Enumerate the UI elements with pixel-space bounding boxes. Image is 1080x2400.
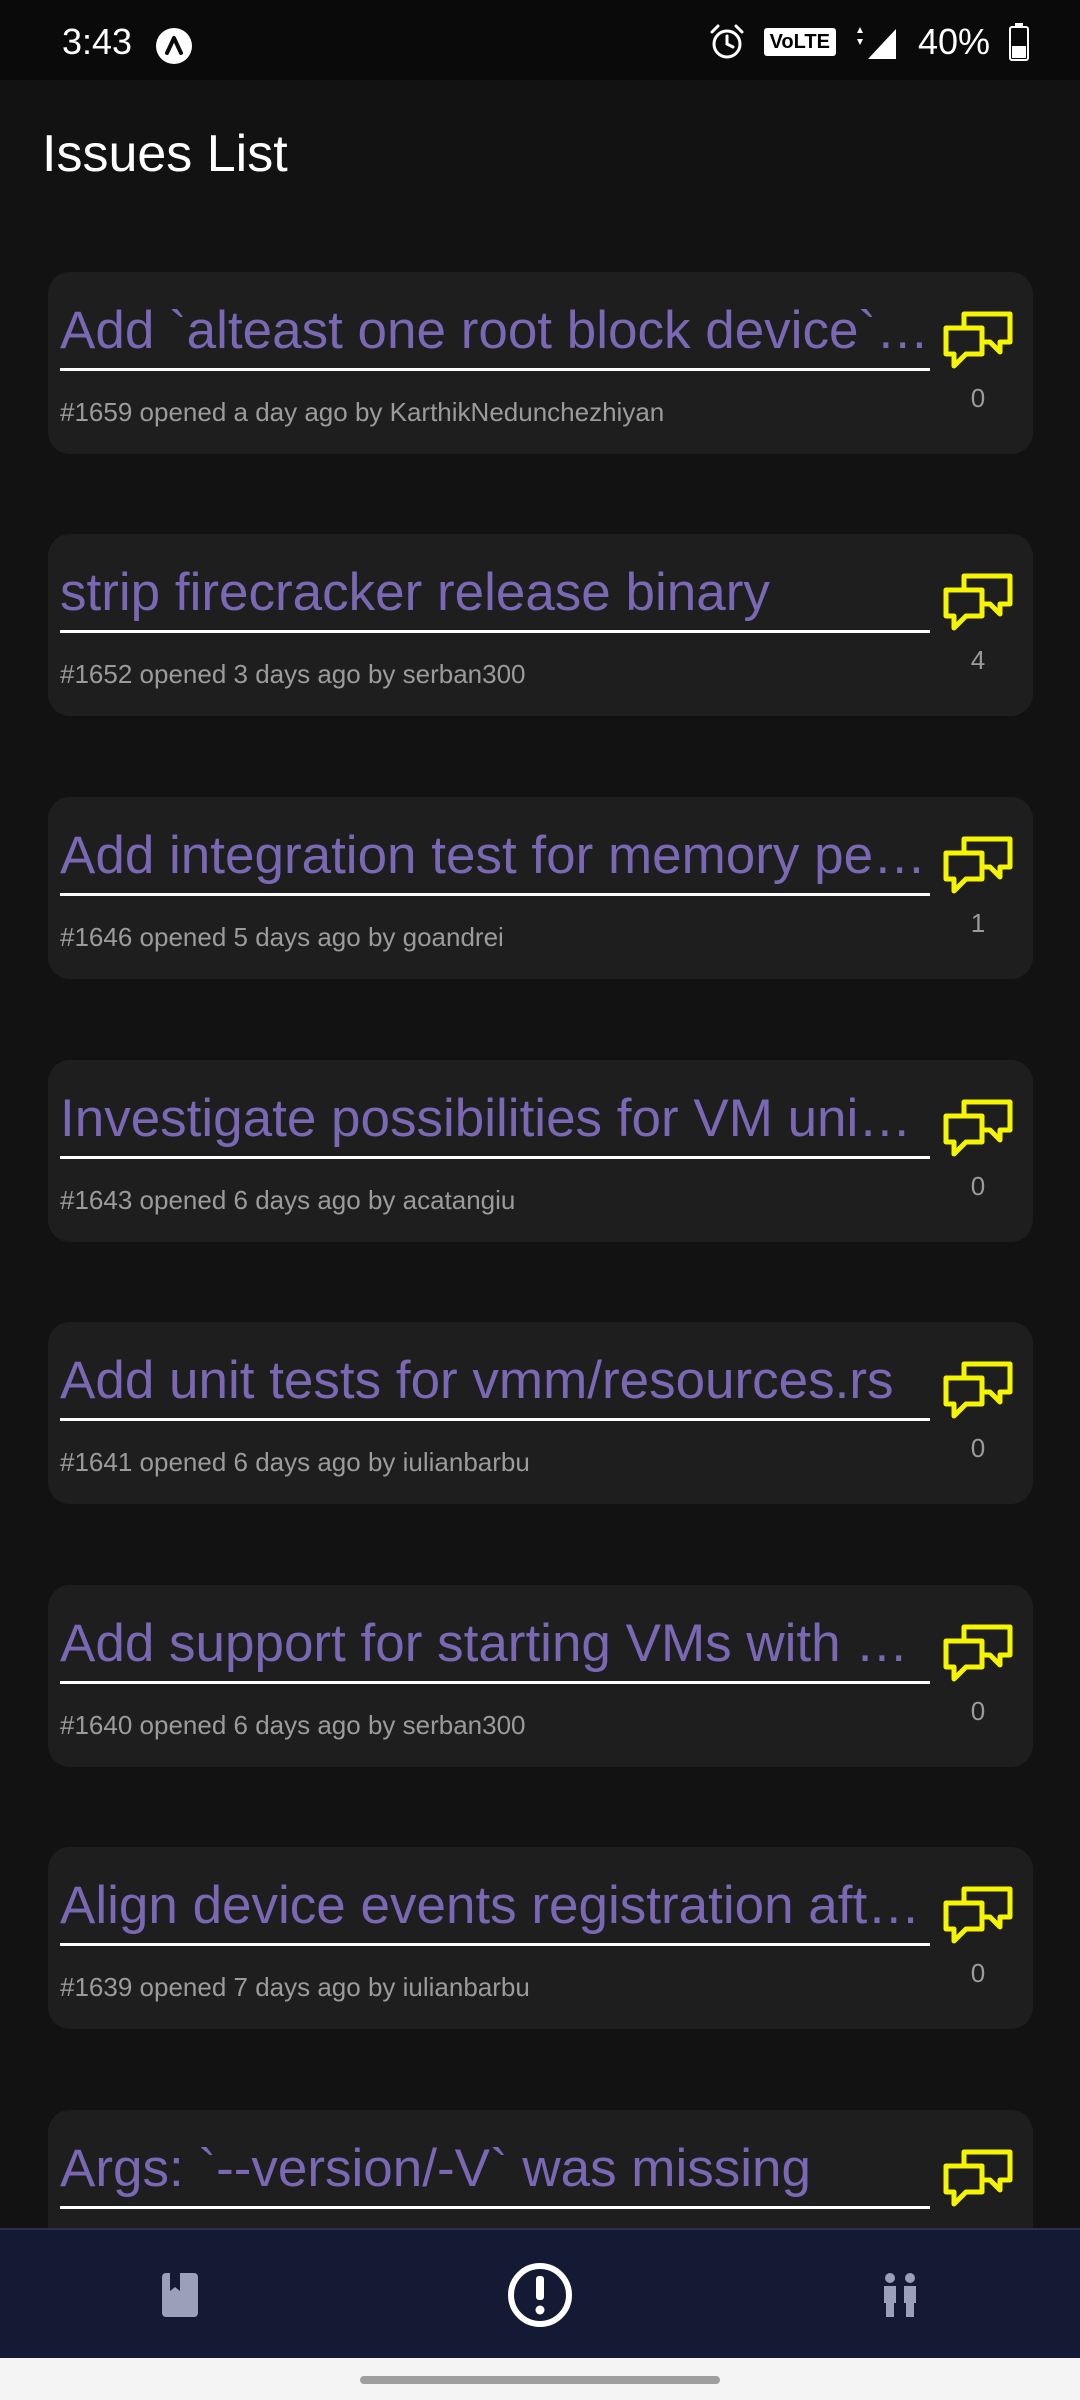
nav-item-docs[interactable] (0, 2230, 360, 2360)
issue-title[interactable]: strip firecracker release binary (60, 562, 930, 633)
issue-title[interactable]: Investigate possibilities for VM uniquen… (60, 1088, 930, 1159)
issues-alert-icon (508, 2263, 572, 2327)
issue-meta: #1640 opened 6 days ago by serban300 (60, 1710, 526, 1740)
app-bar: Issues List (0, 80, 1080, 230)
comments-icon[interactable] (942, 1360, 1014, 1420)
home-gesture-handle[interactable] (360, 2376, 720, 2384)
issue-meta: #1643 opened 6 days ago by acatangiu (60, 1185, 516, 1215)
issue-title[interactable]: Add integration test for memory performa… (60, 825, 930, 896)
issue-card[interactable]: Add integration test for memory performa… (48, 797, 1033, 979)
comments-icon[interactable] (942, 835, 1014, 895)
alarm-icon (710, 24, 744, 59)
comment-count: 0 (970, 1433, 986, 1463)
issue-card[interactable]: Investigate possibilities for VM uniquen… (48, 1060, 1033, 1242)
signal-icon (856, 27, 896, 59)
comment-count: 0 (970, 1696, 986, 1726)
comment-count: 1 (970, 908, 986, 938)
status-bar: 3:43 VoLTE 40% (0, 0, 1080, 80)
issue-card[interactable]: Args: `--version/-V` was missing (48, 2110, 1033, 2228)
nav-item-contributors[interactable] (720, 2230, 1080, 2360)
book-icon (162, 2273, 198, 2317)
issue-card[interactable]: Add `alteast one root block device` vali… (48, 272, 1033, 454)
issue-meta: #1646 opened 5 days ago by goandrei (60, 922, 504, 952)
issue-card[interactable]: strip firecracker release binary #1652 o… (48, 534, 1033, 716)
issue-meta: #1639 opened 7 days ago by iulianbarbu (60, 1972, 530, 2002)
comments-icon[interactable] (942, 1623, 1014, 1683)
status-time: 3:43 (62, 21, 133, 62)
comment-count: 0 (970, 383, 986, 413)
volte-badge: VoLTE (763, 28, 836, 56)
issue-meta: #1659 opened a day ago by KarthikNedunch… (60, 397, 665, 427)
comment-count: 0 (970, 1958, 986, 1988)
issue-title[interactable]: Args: `--version/-V` was missing (60, 2138, 930, 2209)
comments-icon[interactable] (942, 310, 1014, 370)
app-notification-icon (156, 28, 192, 64)
issue-title[interactable]: Align device events registration after r… (60, 1875, 930, 1946)
comment-count: 4 (970, 645, 986, 675)
page-title: Issues List (42, 125, 288, 183)
battery-icon (1009, 23, 1029, 61)
people-icon (884, 2273, 916, 2317)
issue-card[interactable]: Align device events registration after r… (48, 1847, 1033, 2029)
gesture-area (0, 2358, 1080, 2400)
issue-card[interactable]: Add support for starting VMs with snapsh… (48, 1585, 1033, 1767)
nav-item-issues[interactable] (360, 2230, 720, 2360)
issue-list[interactable]: Add `alteast one root block device` vali… (0, 230, 1080, 2228)
issue-title[interactable]: Add `alteast one root block device` vali… (60, 300, 930, 371)
issue-title[interactable]: Add support for starting VMs with snapsh… (60, 1613, 930, 1684)
battery-percent: 40% (917, 21, 990, 62)
comment-count: 0 (970, 1171, 986, 1201)
comments-icon[interactable] (942, 1098, 1014, 1158)
comments-icon[interactable] (942, 572, 1014, 632)
comments-icon[interactable] (942, 1885, 1014, 1945)
comments-icon[interactable] (942, 2148, 1014, 2208)
issue-meta: #1641 opened 6 days ago by iulianbarbu (60, 1447, 530, 1477)
bottom-navigation (0, 2228, 1080, 2360)
issue-card[interactable]: Add unit tests for vmm/resources.rs #164… (48, 1322, 1033, 1504)
issue-title[interactable]: Add unit tests for vmm/resources.rs (60, 1350, 930, 1421)
issue-meta: #1652 opened 3 days ago by serban300 (60, 659, 526, 689)
status-right-group: VoLTE 40% (708, 20, 1030, 64)
